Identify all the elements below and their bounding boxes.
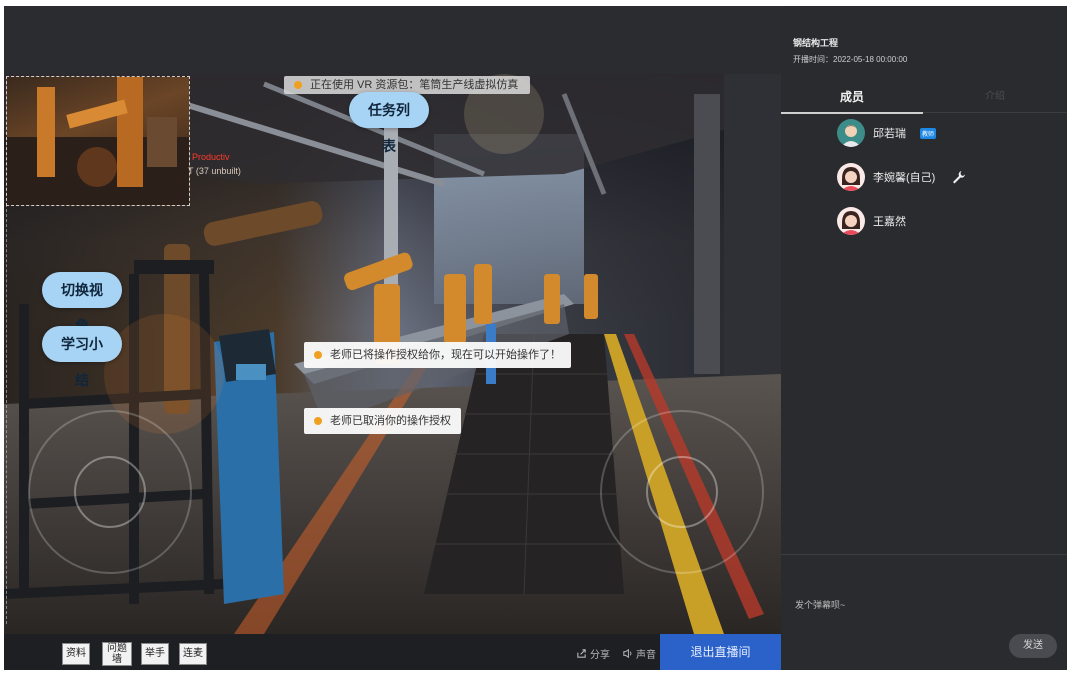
speaker-icon: [623, 648, 632, 659]
toast-revoked-text: 老师已取消你的操作授权: [330, 415, 451, 427]
tab-members[interactable]: 成员: [781, 86, 923, 114]
share-icon: [577, 649, 586, 658]
toast-granted-text: 老师已将操作授权给你，现在可以开始操作了！: [330, 349, 561, 361]
scene-overlay-text-red: Productiv: [192, 152, 230, 162]
avatar: [837, 163, 865, 191]
sound-label: 声音: [636, 650, 656, 661]
switch-view-button[interactable]: 切换视角: [42, 272, 122, 334]
tab-introduction[interactable]: 介绍: [923, 86, 1067, 112]
member-item[interactable]: 王嘉然: [837, 206, 906, 236]
course-title: 钢结构工程: [793, 38, 839, 48]
share-label: 分享: [590, 650, 610, 661]
avatar: [837, 119, 865, 147]
status-dot-icon: [314, 417, 322, 425]
status-dot-icon: [294, 81, 302, 89]
pip-camera-thumbnail[interactable]: [6, 76, 190, 206]
sidebar-tabs: 成员 介绍: [781, 86, 1067, 114]
exit-live-room-button[interactable]: 退出直播间: [660, 634, 781, 670]
student-avatar-icon: [837, 207, 865, 235]
connect-mic-button[interactable]: 连麦: [179, 643, 207, 665]
send-button[interactable]: 发送: [1009, 634, 1057, 658]
right-joystick[interactable]: [600, 410, 764, 574]
raise-hand-button[interactable]: 举手: [141, 643, 169, 665]
share-button[interactable]: 分享: [576, 646, 610, 661]
status-dot-icon: [314, 351, 322, 359]
vr-scene-view[interactable]: Productiv T (37 unbuilt) 正在使用 VR 资源包：笔筒生…: [4, 74, 781, 634]
avatar: [837, 207, 865, 235]
toast-authorization-granted: 老师已将操作授权给你，现在可以开始操作了！: [304, 342, 571, 368]
danmaku-input[interactable]: 发个弹幕呗~: [795, 598, 995, 611]
teacher-avatar-icon: [837, 119, 865, 147]
right-sidebar: 钢结构工程 开播时间：2022-05-18 00:00:00 成员 介绍 邱若瑞…: [781, 6, 1067, 670]
member-name: 王嘉然: [873, 216, 906, 228]
chat-divider: [781, 554, 1067, 555]
bottom-toolbar: 资料 问题墙 举手 连麦 分享 声音 退出直播间: [4, 634, 781, 670]
thumbnail-scene: [7, 77, 189, 205]
member-name: 邱若瑞: [873, 128, 906, 140]
materials-button[interactable]: 资料: [62, 643, 90, 665]
start-time: 开播时间：2022-05-18 00:00:00: [793, 55, 908, 64]
top-bar: [4, 6, 781, 74]
member-item[interactable]: 李婉馨(自己): [837, 162, 967, 192]
scene-overlay-text: T (37 unbuilt): [188, 166, 241, 176]
left-joystick-knob[interactable]: [74, 456, 146, 528]
sound-button[interactable]: 声音: [622, 646, 656, 661]
member-name: 李婉馨(自己): [873, 172, 936, 184]
task-list-button[interactable]: 任务列表: [349, 92, 429, 154]
member-item[interactable]: 邱若瑞 教师: [837, 118, 937, 148]
question-wall-button[interactable]: 问题墙: [102, 642, 132, 666]
study-summary-button[interactable]: 学习小结: [42, 326, 122, 388]
right-joystick-knob[interactable]: [646, 456, 718, 528]
student-avatar-icon: [837, 163, 865, 191]
left-joystick[interactable]: [28, 410, 192, 574]
teacher-badge: 教师: [920, 127, 937, 139]
wrench-icon: [953, 171, 966, 184]
toast-authorization-revoked: 老师已取消你的操作授权: [304, 408, 461, 434]
live-classroom-app: Productiv T (37 unbuilt) 正在使用 VR 资源包：笔筒生…: [4, 6, 1067, 670]
